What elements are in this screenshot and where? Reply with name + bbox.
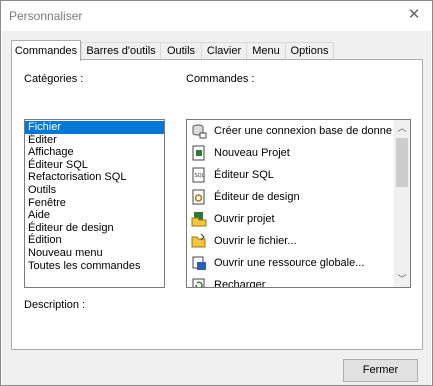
command-label: Ouvrir projet [214,213,275,225]
window-title: Personnaliser [9,9,83,23]
scroll-up-icon[interactable]: ︿ [394,120,410,136]
command-item[interactable]: Créer une connexion base de donne [187,120,393,142]
command-item[interactable]: Ouvrir une ressource globale... [187,252,393,274]
command-label: Recharger [214,279,266,287]
reload-icon [191,277,207,287]
global-resource-icon [191,255,207,271]
database-connection-icon [191,123,207,139]
tab-options[interactable]: Options [285,42,334,60]
scrollbar-thumb[interactable] [396,138,408,187]
commands-scrollbar[interactable]: ︿ ﹀ [394,120,410,287]
category-item[interactable]: Aide [25,209,164,222]
title-bar: Personnaliser ✕ [1,1,432,31]
command-item[interactable]: Nouveau Projet [187,142,393,164]
command-label: Éditeur de design [214,191,300,203]
tab-panel-commandes: Catégories : Commandes : Fichier Éditer … [11,59,423,350]
command-label: Nouveau Projet [214,147,290,159]
command-label: Ouvrir une ressource globale... [214,257,365,269]
command-item[interactable]: Recharger [187,274,393,287]
new-project-icon [191,145,207,161]
category-item-fichier[interactable]: Fichier [25,121,164,134]
category-item[interactable]: Affichage [25,146,164,159]
commands-list-items: Créer une connexion base de donne Nouvea… [187,120,393,287]
category-item[interactable]: Éditeur SQL [25,159,164,172]
command-label: Ouvrir le fichier... [214,235,297,247]
command-item[interactable]: SQL Éditeur SQL [187,164,393,186]
tab-outils[interactable]: Outils [160,42,202,60]
command-label: Créer une connexion base de donne [214,125,392,137]
category-item[interactable]: Éditer [25,134,164,147]
description-label: Description : [24,299,86,311]
category-item[interactable]: Édition [25,234,164,247]
dialog-client-area: Commandes Barres d'outils Outils Clavier… [2,31,431,385]
customize-dialog: Personnaliser ✕ Commandes Barres d'outil… [0,0,433,386]
commands-label: Commandes : [186,73,255,85]
command-label: Éditeur SQL [214,169,274,181]
close-button[interactable]: Fermer [343,359,418,382]
close-icon[interactable]: ✕ [406,6,422,24]
sql-editor-icon: SQL [191,167,207,183]
commands-list[interactable]: Créer une connexion base de donne Nouvea… [186,119,411,288]
tab-barres-outils[interactable]: Barres d'outils [81,42,161,60]
open-project-icon [191,211,207,227]
category-item[interactable]: Nouveau menu [25,247,164,260]
scroll-down-icon[interactable]: ﹀ [394,271,410,287]
command-item[interactable]: Éditeur de design [187,186,393,208]
categories-list[interactable]: Fichier Éditer Affichage Éditeur SQL Ref… [24,119,165,288]
category-item[interactable]: Éditeur de design [25,222,164,235]
category-item[interactable]: Outils [25,184,164,197]
categories-label: Catégories : [24,73,84,85]
command-item[interactable]: Ouvrir projet [187,208,393,230]
category-item[interactable]: Fenêtre [25,197,164,210]
design-editor-icon [191,189,207,205]
tab-menu[interactable]: Menu [246,42,286,60]
tab-clavier[interactable]: Clavier [201,42,247,60]
svg-text:SQL: SQL [195,173,205,179]
tab-commandes[interactable]: Commandes [11,40,81,61]
category-item[interactable]: Refactorisation SQL [25,171,164,184]
command-item[interactable]: Ouvrir le fichier... [187,230,393,252]
open-folder-icon [191,233,207,249]
category-item[interactable]: Toutes les commandes [25,260,164,273]
